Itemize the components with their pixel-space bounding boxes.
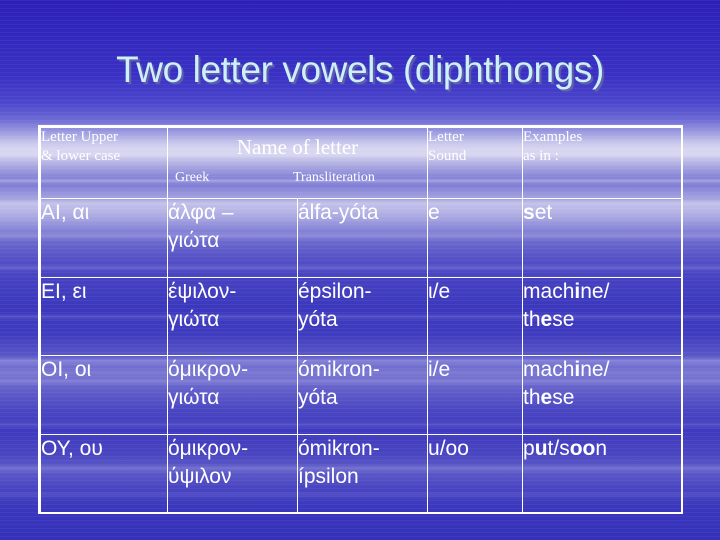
cell-letters: ΟΙ, οι (40, 355, 168, 435)
example-line2: these (523, 384, 681, 412)
example-pre: mach (523, 358, 575, 381)
table-row: ΟΥ, ου όμικρον- ύψιλον ómikron- ípsilon … (40, 434, 683, 514)
cell-examples: machine/ these (522, 277, 683, 356)
header-letters-line1: Letter Upper (41, 129, 119, 145)
cell-examples: put/soon (522, 434, 683, 514)
example-line1: put/soon (523, 435, 681, 463)
translit-line1: ómikron- (298, 437, 380, 460)
cell-letters: ΕΙ, ει (40, 277, 168, 356)
cell-examples: set (522, 198, 683, 278)
example-bold: u (534, 437, 548, 460)
header-cell-name-of-letter: Name of letter Greek Transliteration (166, 127, 429, 199)
translit-line2: yóta (298, 308, 338, 331)
example-bold: e (540, 386, 553, 409)
example-line1: machine/ (523, 356, 681, 384)
cell-sound: i/e (427, 355, 524, 435)
cell-examples: machine/ these (522, 355, 683, 435)
header-cell-examples: Examples as in : (522, 127, 683, 199)
cell-greek: όμικρον- γιώτα (167, 355, 298, 435)
example-line1: machine/ (523, 278, 681, 306)
header-cell-letters: Letter Upper & lower case (40, 127, 168, 199)
header-name-of-letter: Name of letter (236, 135, 359, 159)
sound-text: u/oo (428, 437, 469, 460)
letters-text: ΑΙ, αι (41, 201, 90, 224)
cell-greek: έψιλον- γιώτα (167, 277, 298, 356)
cell-transliteration: ómikron- yóta (296, 355, 429, 435)
header-examples-line1: Examples (523, 129, 583, 145)
sound-text: i/e (428, 358, 451, 381)
translit-line1: ómikron- (298, 358, 380, 381)
sound-text: ι/e (428, 280, 451, 303)
greek-line2: γιώτα (168, 386, 220, 409)
example-post: ne/ (580, 358, 610, 381)
table-row: ΟΙ, οι όμικρον- γιώτα ómikron- yóta i/e … (40, 355, 683, 435)
example-pre: mach (523, 280, 575, 303)
example-post: t/s (547, 437, 570, 460)
example-post: se (552, 308, 575, 331)
cell-sound: u/oo (427, 434, 524, 514)
cell-letters: ΟΥ, ου (40, 434, 168, 514)
greek-line1: έψιλον- (168, 280, 237, 303)
example-pre: p (523, 437, 535, 460)
table-header-row: Letter Upper & lower case Name of letter… (40, 127, 683, 199)
header-sound-line2: Sound (428, 148, 467, 164)
letters-text: ΟΥ, ου (41, 437, 103, 460)
example-bold: s (523, 201, 535, 224)
greek-line1: άλφα – (168, 201, 234, 224)
greek-line1: όμικρον- (168, 437, 249, 460)
header-transliteration: Transliteration (293, 170, 375, 185)
example-pre: th (523, 308, 541, 331)
header-greek: Greek (175, 170, 210, 185)
cell-transliteration: ómikron- ípsilon (296, 434, 429, 514)
example-post: se (552, 386, 575, 409)
example-line1: set (523, 199, 681, 227)
greek-line2: γιώτα (168, 229, 220, 252)
letters-text: ΕΙ, ει (41, 280, 87, 303)
translit-line2: ípsilon (298, 465, 359, 488)
example-line2: these (523, 306, 681, 334)
example-post: et (534, 201, 553, 224)
cell-greek: άλφα – γιώτα (167, 198, 298, 278)
greek-line2: γιώτα (168, 308, 220, 331)
example-post: ne/ (580, 280, 610, 303)
translit-line1: épsilon- (298, 280, 372, 303)
table-row: ΑΙ, αι άλφα – γιώτα álfa-yóta e set (40, 198, 683, 278)
header-examples-line2: as in : (523, 148, 559, 164)
sound-text: e (428, 201, 440, 224)
header-cell-sound: Letter Sound (427, 127, 524, 199)
cell-letters: ΑΙ, αι (40, 198, 168, 278)
example-bold: e (540, 308, 553, 331)
example-bold: oo (569, 437, 596, 460)
cell-greek: όμικρον- ύψιλον (167, 434, 298, 514)
cell-sound: ι/e (427, 277, 524, 356)
translit-line1: álfa-yóta (298, 201, 379, 224)
header-sound-line1: Letter (428, 129, 464, 145)
slide-canvas: Two letter vowels (diphthongs) Letter Up… (0, 0, 720, 540)
greek-line2: ύψιλον (168, 465, 232, 488)
header-subheadings: Greek Transliteration (168, 159, 427, 186)
page-title: Two letter vowels (diphthongs) (116, 49, 604, 90)
greek-line1: όμικρον- (168, 358, 249, 381)
cell-transliteration: álfa-yóta (296, 198, 429, 278)
letters-text: ΟΙ, οι (41, 358, 92, 381)
cell-transliteration: épsilon- yóta (296, 277, 429, 356)
example-post: n (595, 437, 608, 460)
diphthongs-table: Letter Upper & lower case Name of letter… (38, 125, 683, 514)
table-row: ΕΙ, ει έψιλον- γιώτα épsilon- yóta ι/e m… (40, 277, 683, 356)
translit-line2: yóta (298, 386, 338, 409)
cell-sound: e (427, 198, 524, 278)
example-pre: th (523, 386, 541, 409)
header-letters-line2: & lower case (41, 148, 121, 164)
